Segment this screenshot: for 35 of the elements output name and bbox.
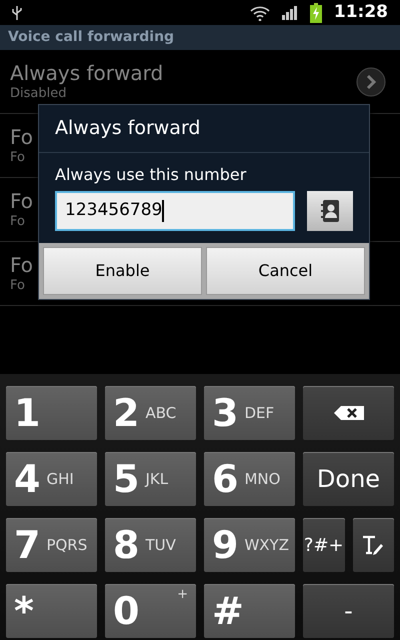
wifi-icon [250, 4, 270, 20]
dial-key[interactable]: 1 [6, 386, 97, 440]
input-mode-key[interactable] [352, 518, 394, 572]
number-field[interactable]: 123456789 [55, 191, 295, 231]
symbols-key[interactable]: ?#+ [303, 518, 344, 572]
dialog-button[interactable]: Enable [43, 247, 202, 295]
clock: 11:28 [334, 0, 388, 24]
setting-status: Fo [10, 278, 25, 294]
setting-status: Fo [10, 214, 25, 230]
signal-icon [282, 6, 298, 20]
field-value: 123456789 [65, 199, 162, 222]
backspace-icon [332, 405, 364, 421]
battery-charging-icon [310, 2, 322, 22]
header-title: Voice call forwarding [8, 28, 174, 47]
setting-status: Disabled [10, 86, 66, 102]
dial-key[interactable]: * [6, 584, 97, 638]
chevron-icon[interactable] [356, 66, 386, 96]
setting-title[interactable]: Fo [10, 124, 34, 150]
text-pencil-icon [361, 534, 386, 556]
setting-title[interactable]: Fo [10, 252, 34, 278]
setting-status: Fo [10, 150, 25, 166]
usb-icon [12, 4, 22, 20]
keyboard-key[interactable]: - [303, 584, 394, 638]
setting-title[interactable]: Always forward [10, 60, 164, 86]
keyboard-key[interactable]: Done [303, 452, 394, 506]
dialog-button[interactable]: Cancel [206, 247, 365, 295]
dial-key[interactable]: 0 + [105, 584, 196, 638]
field-label: Always use this number [55, 164, 248, 186]
dial-key[interactable]: # [204, 584, 295, 638]
plus-sign: + [177, 588, 188, 601]
backspace-key[interactable] [303, 386, 394, 440]
setting-title[interactable]: Fo [10, 188, 34, 214]
contacts-button[interactable] [307, 191, 353, 231]
dialog-title: Always forward [55, 116, 200, 142]
contact-book-icon [320, 199, 340, 223]
